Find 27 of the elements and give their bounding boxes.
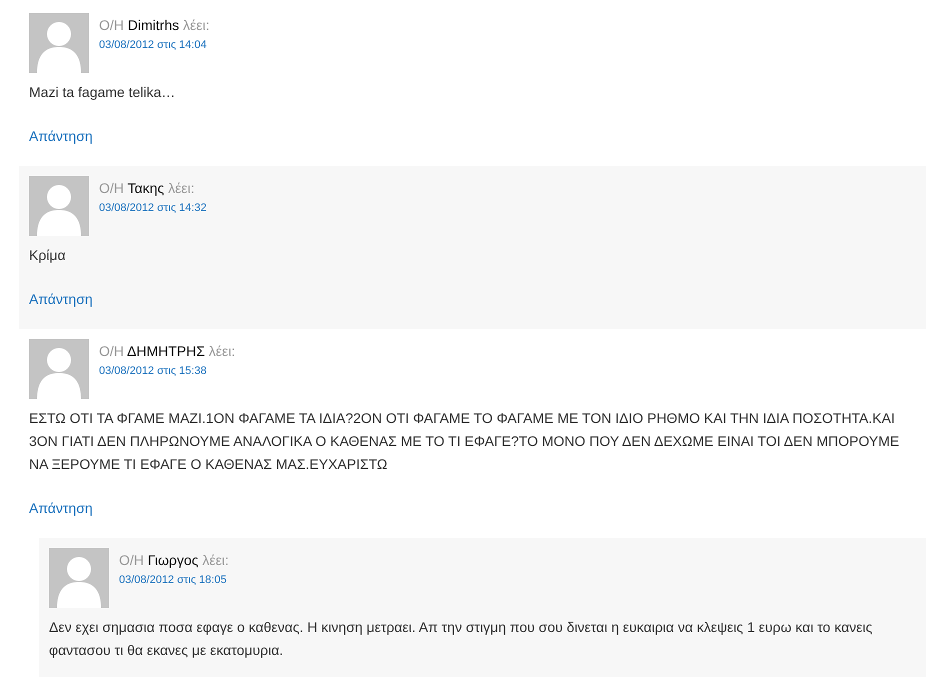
says-label: λέει: (202, 552, 229, 568)
comment-date-link[interactable]: 03/08/2012 στις 18:05 (119, 574, 227, 586)
comment-date-link[interactable]: 03/08/2012 στις 14:04 (99, 39, 207, 51)
comment-text: Mazi ta fagame telika… (29, 83, 176, 102)
says-label: λέει: (208, 343, 236, 359)
comment-date-link[interactable]: 03/08/2012 στις 15:38 (99, 365, 207, 377)
avatar-icon (49, 548, 109, 608)
says-label: λέει: (168, 180, 195, 196)
comment-text: ΕΣΤΩ ΟΤΙ ΤΑ ΦΓΑΜΕ ΜΑΖΙ.1ΟΝ ΦΑΓΑΜΕ ΤΑ ΙΔΙΑ?2ΟΝ ΟΤΙ ΦΑΓΑΜΕ ΤΟ ΦΑΓΑΜΕ ΜΕ ΤΟΝ ΙΔΙΟ ΡΗΘΜΟ ΚΑΙ ΤΗΝ ΙΔΙΑ ΠΟΣΟΤΗΤΑ.ΚΑΙ 3ΟΝ ΓΙΑΤΙ ΔΕΝ ΠΛΗΡΩΝΟΥΜΕ ΑΝΑΛΟΓΙΚΑ Ο ΚΑΘΕΝΑΣ ΜΕ ΤΟ ΤΙ ΕΦΑΓΕ?ΤΟ ΜΟΝΟ ΠΟΥ ΔΕΝ ΔΕΧΩΜΕ ΕΙΝΑΙ ΤΟΙ ΔΕΝ ΜΠΟΡΟΥΜΕ ΝΑ ΞΕΡΟΥΜΕ ΤΙ ΕΦΑΓΕ Ο ΚΑΘΕΝΑΣ ΜΑΣ.ΕΥΧΑΡΙΣΤΩ (29, 409, 900, 474)
prefix-label: Ο/Η (119, 552, 144, 568)
says-label: λέει: (183, 17, 210, 33)
comment-text: Κρίμα (29, 246, 67, 265)
prefix-label: Ο/Η (99, 17, 124, 33)
author-name: Dimitrhs (128, 17, 180, 33)
avatar-icon (29, 339, 89, 399)
prefix-label: Ο/Η (99, 180, 124, 196)
reply-link[interactable]: Απάντηση (29, 287, 93, 311)
avatar-icon (29, 13, 89, 73)
reply-link[interactable]: Απάντηση (29, 496, 93, 520)
author-name: ΔΗΜΗΤΡΗΣ (127, 343, 205, 359)
comment-date-link[interactable]: 03/08/2012 στις 14:32 (99, 202, 207, 214)
comment-text: Δεν εχει σημασια ποσα εφαγε ο καθενας. Η κινηση μετραει. Απ την στιγμη που σου δινεται η ευκαιρια να κλεψεις 1 ευρω και το κανεις φαντασου τι θα εκανες με εκατομυρια. (49, 618, 874, 660)
avatar-icon (29, 176, 89, 236)
prefix-label: Ο/Η (99, 343, 124, 359)
reply-link[interactable]: Απάντηση (29, 124, 93, 148)
author-name: Γιωργος (148, 552, 198, 568)
author-name: Τακης (128, 180, 164, 196)
